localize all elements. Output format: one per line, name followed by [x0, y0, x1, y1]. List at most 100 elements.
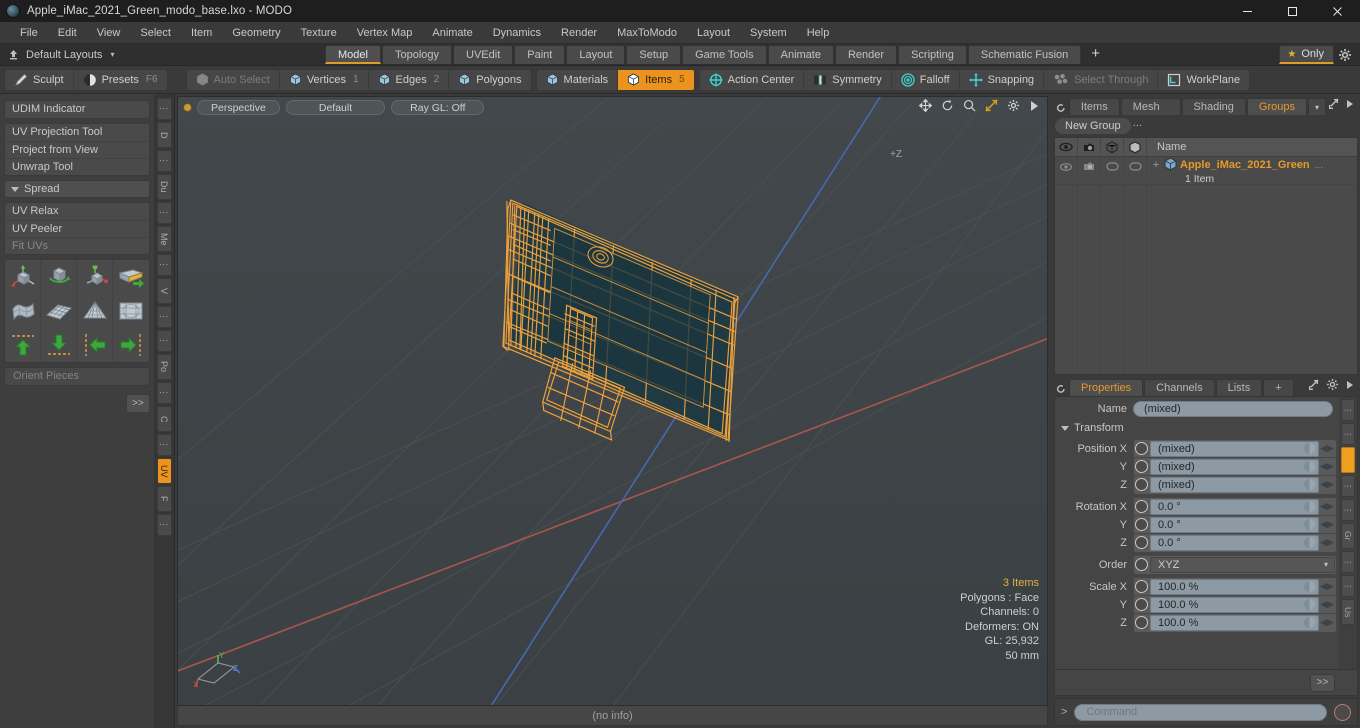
table-row[interactable]: + Apple_iMac_2021_Green ... 1 Item — [1055, 156, 1357, 185]
layout-tab-layout[interactable]: Layout — [566, 45, 626, 64]
tool-uv-peeler[interactable]: UV Peeler — [5, 220, 149, 237]
tab-shading[interactable]: Shading — [1181, 98, 1246, 115]
left-vtab-dots-13[interactable]: ⋮ — [156, 434, 172, 456]
transform-value-field[interactable]: 100.0 % — [1150, 614, 1319, 631]
left-vtab-po[interactable]: Po — [156, 354, 172, 380]
tab-mesh[interactable]: Mesh ... — [1120, 98, 1181, 129]
fit-icon[interactable] — [985, 99, 998, 115]
transform-section-header[interactable]: Transform — [1057, 419, 1337, 437]
rotate-icon[interactable] — [941, 99, 954, 115]
left-vtab-dots-8[interactable]: ⋮ — [156, 306, 172, 328]
prop-vtab-dots-4[interactable]: ⋮ — [1341, 499, 1355, 521]
prop-vtab-dots-1[interactable]: ⋮ — [1341, 423, 1355, 445]
tab-properties[interactable]: Properties — [1069, 379, 1144, 396]
menu-item-render[interactable]: Render — [551, 22, 607, 44]
maximize-button[interactable] — [1270, 0, 1315, 22]
row-wire-toggle[interactable] — [1101, 157, 1124, 176]
zoom-icon[interactable] — [963, 99, 976, 115]
tool-udim-indicator[interactable]: UDIM Indicator — [5, 101, 149, 118]
row-shade-toggle[interactable] — [1124, 157, 1147, 176]
align-down-icon[interactable] — [41, 328, 77, 362]
tree-item-name[interactable]: Apple_iMac_2021_Green — [1180, 159, 1310, 171]
tool-uv-relax[interactable]: UV Relax — [5, 203, 149, 220]
viewport-raygl-button[interactable]: Ray GL: Off — [391, 99, 485, 115]
toolbar-button-sculpt[interactable]: Sculpt — [5, 70, 73, 90]
expand-panel-icon[interactable] — [1307, 379, 1319, 394]
rotation-order-select[interactable]: XYZ ▾ — [1150, 556, 1335, 573]
toolbar-button-action-center[interactable]: Action Center — [700, 70, 804, 90]
toolbar-button-vertices[interactable]: Vertices 1 — [278, 69, 368, 90]
tab-+[interactable]: + — [1263, 379, 1294, 396]
menu-item-view[interactable]: View — [87, 22, 131, 44]
prop-vtab-dots-0[interactable]: ⋮ — [1341, 399, 1355, 421]
tool-uv-projection[interactable]: UV Projection Tool — [5, 124, 149, 141]
axis-gizmo[interactable]: X Y Z — [192, 649, 246, 693]
menu-item-vertex-map[interactable]: Vertex Map — [347, 22, 423, 44]
left-panel-more-button[interactable]: >> — [126, 394, 150, 413]
command-input[interactable] — [1074, 703, 1327, 721]
menu-item-layout[interactable]: Layout — [687, 22, 740, 44]
toolbar-button-falloff[interactable]: Falloff — [890, 69, 959, 90]
row-eye-icon[interactable] — [1055, 157, 1078, 176]
section-spread[interactable]: Spread — [4, 180, 150, 198]
properties-menu-icon[interactable] — [1054, 384, 1068, 396]
menu-item-item[interactable]: Item — [181, 22, 222, 44]
channel-dot-icon[interactable] — [1135, 536, 1148, 549]
menu-item-geometry[interactable]: Geometry — [222, 22, 290, 44]
orient-pieces-input[interactable]: Orient Pieces — [4, 367, 150, 386]
toolbar-button-symmetry[interactable]: Symmetry — [803, 69, 891, 90]
move-tool-icon[interactable] — [5, 260, 41, 294]
tool-unwrap[interactable]: Unwrap Tool — [5, 158, 149, 175]
eye-icon[interactable] — [1055, 137, 1078, 157]
layout-tab-model[interactable]: Model — [325, 45, 381, 64]
tab-channels[interactable]: Channels — [1144, 379, 1215, 396]
left-vtab-dots-9[interactable]: ⋮ — [156, 330, 172, 352]
channel-dot-icon[interactable] — [1135, 478, 1148, 491]
transform-value-field[interactable]: 100.0 % — [1150, 578, 1319, 595]
left-vtab-du[interactable]: Du — [156, 174, 172, 200]
left-vtab-uv[interactable]: UV — [156, 458, 172, 484]
channel-dot-icon[interactable] — [1135, 558, 1148, 571]
grid-uv-icon[interactable] — [41, 294, 77, 328]
channel-dot-icon[interactable] — [1135, 580, 1148, 593]
pan-icon[interactable] — [918, 98, 933, 115]
prop-vtab-dots-3[interactable]: ⋮ — [1341, 475, 1355, 497]
toolbar-button-select-through[interactable]: Select Through — [1043, 69, 1157, 90]
layout-tab-topology[interactable]: Topology — [381, 45, 453, 64]
transform-value-field[interactable]: 0.0 ° — [1150, 498, 1319, 515]
groups-tree-body[interactable] — [1055, 185, 1357, 374]
play-icon[interactable] — [1029, 100, 1039, 115]
menu-item-edit[interactable]: Edit — [48, 22, 87, 44]
toolbar-button-polygons[interactable]: Polygons — [448, 69, 530, 90]
prop-vtab-gr[interactable]: Gr — [1341, 523, 1355, 549]
add-layout-tab-button[interactable]: + — [1082, 45, 1109, 64]
relax-uv-icon[interactable] — [5, 294, 41, 328]
gear-icon[interactable] — [1007, 99, 1020, 115]
layout-tab-scripting[interactable]: Scripting — [898, 45, 967, 64]
render-icon[interactable] — [1078, 137, 1101, 157]
push-tool-icon[interactable] — [113, 260, 149, 294]
toolbar-button-snapping[interactable]: Snapping — [958, 69, 1044, 90]
layout-home-icon[interactable] — [0, 48, 26, 61]
transform-value-field[interactable]: (mixed) — [1150, 476, 1319, 493]
panel-play-icon[interactable] — [1346, 380, 1354, 393]
menu-item-animate[interactable]: Animate — [422, 22, 482, 44]
tool-project-from-view[interactable]: Project from View — [5, 141, 149, 158]
transform-value-field[interactable]: (mixed) — [1150, 440, 1319, 457]
layout-tab-animate[interactable]: Animate — [767, 45, 834, 64]
viewport-shading-button[interactable]: Default — [285, 99, 386, 115]
name-field[interactable]: (mixed) — [1133, 400, 1333, 417]
left-vtab-dots-2[interactable]: ⋮ — [156, 150, 172, 172]
value-spinner[interactable]: ◀▶ — [1319, 537, 1335, 548]
channel-dot-icon[interactable] — [1135, 616, 1148, 629]
align-left-icon[interactable] — [77, 328, 113, 362]
left-vtab-dots-4[interactable]: ⋮ — [156, 202, 172, 224]
prop-vtab-active-2[interactable] — [1341, 447, 1355, 473]
sphere-uv-icon[interactable] — [113, 294, 149, 328]
scale-tool-icon[interactable] — [77, 260, 113, 294]
toolbar-button-edges[interactable]: Edges 2 — [367, 69, 449, 90]
menu-item-maxtomodo[interactable]: MaxToModo — [607, 22, 687, 44]
value-spinner[interactable]: ◀▶ — [1319, 479, 1335, 490]
channel-dot-icon[interactable] — [1135, 460, 1148, 473]
panel-menu-icon[interactable] — [1054, 103, 1068, 115]
